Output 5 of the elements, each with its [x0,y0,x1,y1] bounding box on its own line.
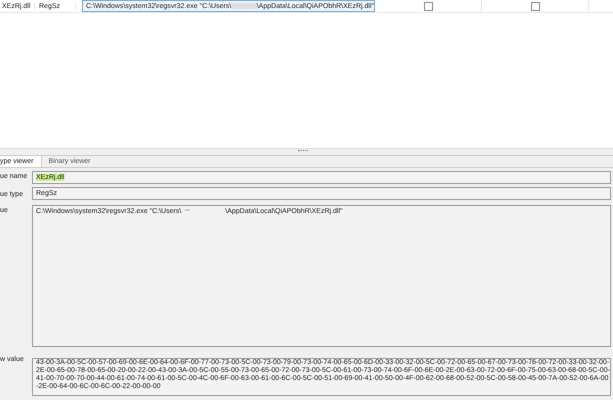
redaction-block [185,208,190,211]
redaction-block [231,3,257,9]
checkbox[interactable] [424,2,432,10]
splitter-grip-icon[interactable] [298,150,308,152]
checkbox[interactable] [530,2,540,10]
